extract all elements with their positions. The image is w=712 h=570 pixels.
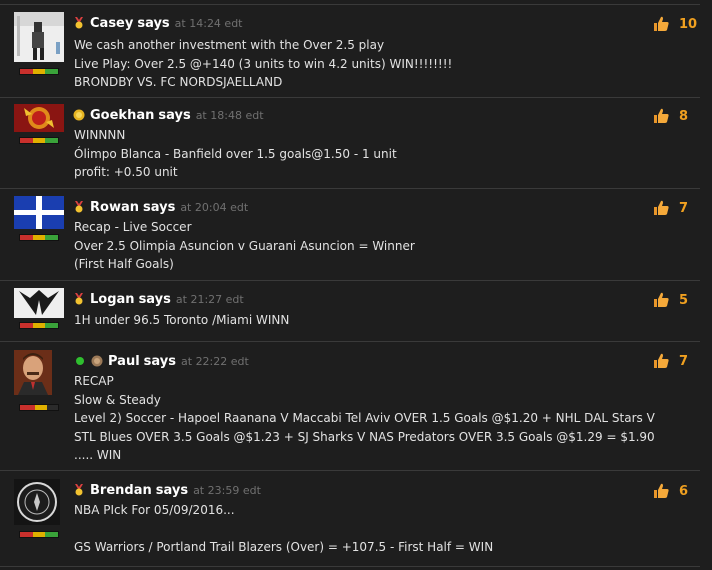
comment-line: 1H under 96.5 Toronto /Miami WINN [74,313,290,327]
comment-line: Recap - Live Soccer [74,220,192,234]
says-label: says [142,199,176,215]
comment-body: Recap - Live Soccer Over 2.5 Olimpia Asu… [74,218,415,274]
like-button[interactable]: 7 [652,199,688,217]
like-count: 8 [679,108,689,124]
author-name[interactable]: Casey [90,16,133,31]
avatar[interactable] [14,479,60,525]
like-count: 7 [679,353,689,369]
like-count: 5 [679,292,689,308]
timestamp: at 20:04 edt [180,200,249,214]
author-name[interactable]: Goekhan [90,108,154,123]
comment-post: Rowan says at 20:04 edt Recap - Live Soc… [0,188,700,281]
gold-medal-icon [73,109,85,121]
comment-line: STL Blues OVER 3.5 Goals @$1.23 + SJ Sha… [74,429,655,444]
avatar[interactable] [14,350,52,395]
comment-post: Logan says at 21:27 edt 1H under 96.5 To… [0,280,700,342]
avatar[interactable] [14,104,64,132]
comment-line: Slow & Steady [74,392,161,407]
says-label: says [155,482,189,498]
comment-line [74,520,493,539]
reputation-bar [19,137,59,144]
avatar-image [14,196,64,229]
comment-line: Level 2) Soccer - Hapoel Raanana V Macca… [74,411,655,425]
thumbs-up-icon [654,108,669,123]
avatar-image [14,288,64,318]
says-label: says [138,291,171,307]
comment-body: RECAP Slow & Steady Level 2) Soccer - Ha… [74,372,655,465]
author-name[interactable]: Paul [108,354,140,369]
comment-post: Brendan says at 23:59 edt NBA PIck For 0… [0,470,700,567]
online-status-icon [76,357,84,365]
comment-line: GS Warriors / Portland Trail Blazers (Ov… [74,540,494,554]
award-medal-icon [75,484,83,496]
timestamp: at 22:22 edt [181,354,249,368]
comment-line: WINNNN [74,128,126,142]
comment-line: Over 2.5 Olimpia Asuncion v Guarani Asun… [74,238,415,253]
like-button[interactable]: 8 [652,107,688,125]
thumbs-up-icon [654,200,669,215]
award-medal-icon [75,201,83,213]
comment-body: We cash another investment with the Over… [74,36,452,92]
comment-line: (First Half Goals) [74,257,174,271]
reputation-bar [19,531,59,538]
avatar-image [14,479,60,525]
reputation-bar [19,234,59,241]
avatar[interactable] [14,288,64,318]
comment-body: 1H under 96.5 Toronto /Miami WINN [74,311,289,330]
thumbs-up-icon [654,292,669,307]
reputation-bar [19,68,59,75]
avatar-image [14,350,52,395]
says-label: says [143,353,176,369]
avatar-image [14,104,64,132]
timestamp: at 23:59 edt [193,483,261,497]
timestamp: at 14:24 edt [174,16,243,30]
comment-line: profit: +0.50 unit [74,165,178,179]
comment-line: We cash another investment with the Over… [74,38,385,52]
award-medal-icon [75,17,83,29]
comment-post: Goekhan says at 18:48 edt WINNNN Ólimpo … [0,96,700,189]
award-medal-icon [75,293,83,305]
timestamp: at 18:48 edt [195,108,264,122]
comment-post: Paul says at 22:22 edt RECAP Slow & Stea… [0,341,700,471]
like-count: 6 [679,483,689,499]
comment-line: NBA PIck For 05/09/2016... [74,503,235,517]
timestamp: at 21:27 edt [175,292,244,306]
reputation-bar [19,322,59,329]
like-button[interactable]: 7 [652,352,688,370]
comment-post: Casey says at 14:24 edt We cash another … [0,4,700,98]
comment-body: NBA PIck For 05/09/2016... GS Warriors /… [74,501,493,557]
avatar[interactable] [14,12,64,62]
thumbs-up-icon [654,353,669,368]
like-count: 7 [679,200,689,216]
like-button[interactable]: 5 [652,291,688,309]
comment-line: BRONDBY VS. FC NORDSJAELLAND [74,75,283,89]
comment-line: Ólimpo Blanca - Banfield over 1.5 goals@… [74,146,397,161]
author-name[interactable]: Logan [90,292,135,307]
author-name[interactable]: Rowan [90,200,139,215]
author-name[interactable]: Brendan [90,483,152,498]
like-button[interactable]: 6 [652,482,688,500]
reputation-bar [19,404,59,411]
like-count: 10 [679,16,698,32]
comment-line: RECAP [74,374,114,388]
comment-body: WINNNN Ólimpo Blanca - Banfield over 1.5… [74,126,397,182]
bronze-medal-icon [91,355,103,367]
says-label: says [158,107,191,123]
thumbs-up-icon [654,16,669,31]
like-button[interactable]: 10 [652,15,697,33]
avatar[interactable] [14,196,64,229]
says-label: says [137,15,170,31]
comment-line: ..... WIN [74,448,122,462]
comment-line: Live Play: Over 2.5 @+140 (3 units to wi… [74,56,453,71]
thumbs-up-icon [654,483,669,498]
comment-feed: Casey says at 14:24 edt We cash another … [0,0,712,570]
avatar-image [14,12,64,62]
